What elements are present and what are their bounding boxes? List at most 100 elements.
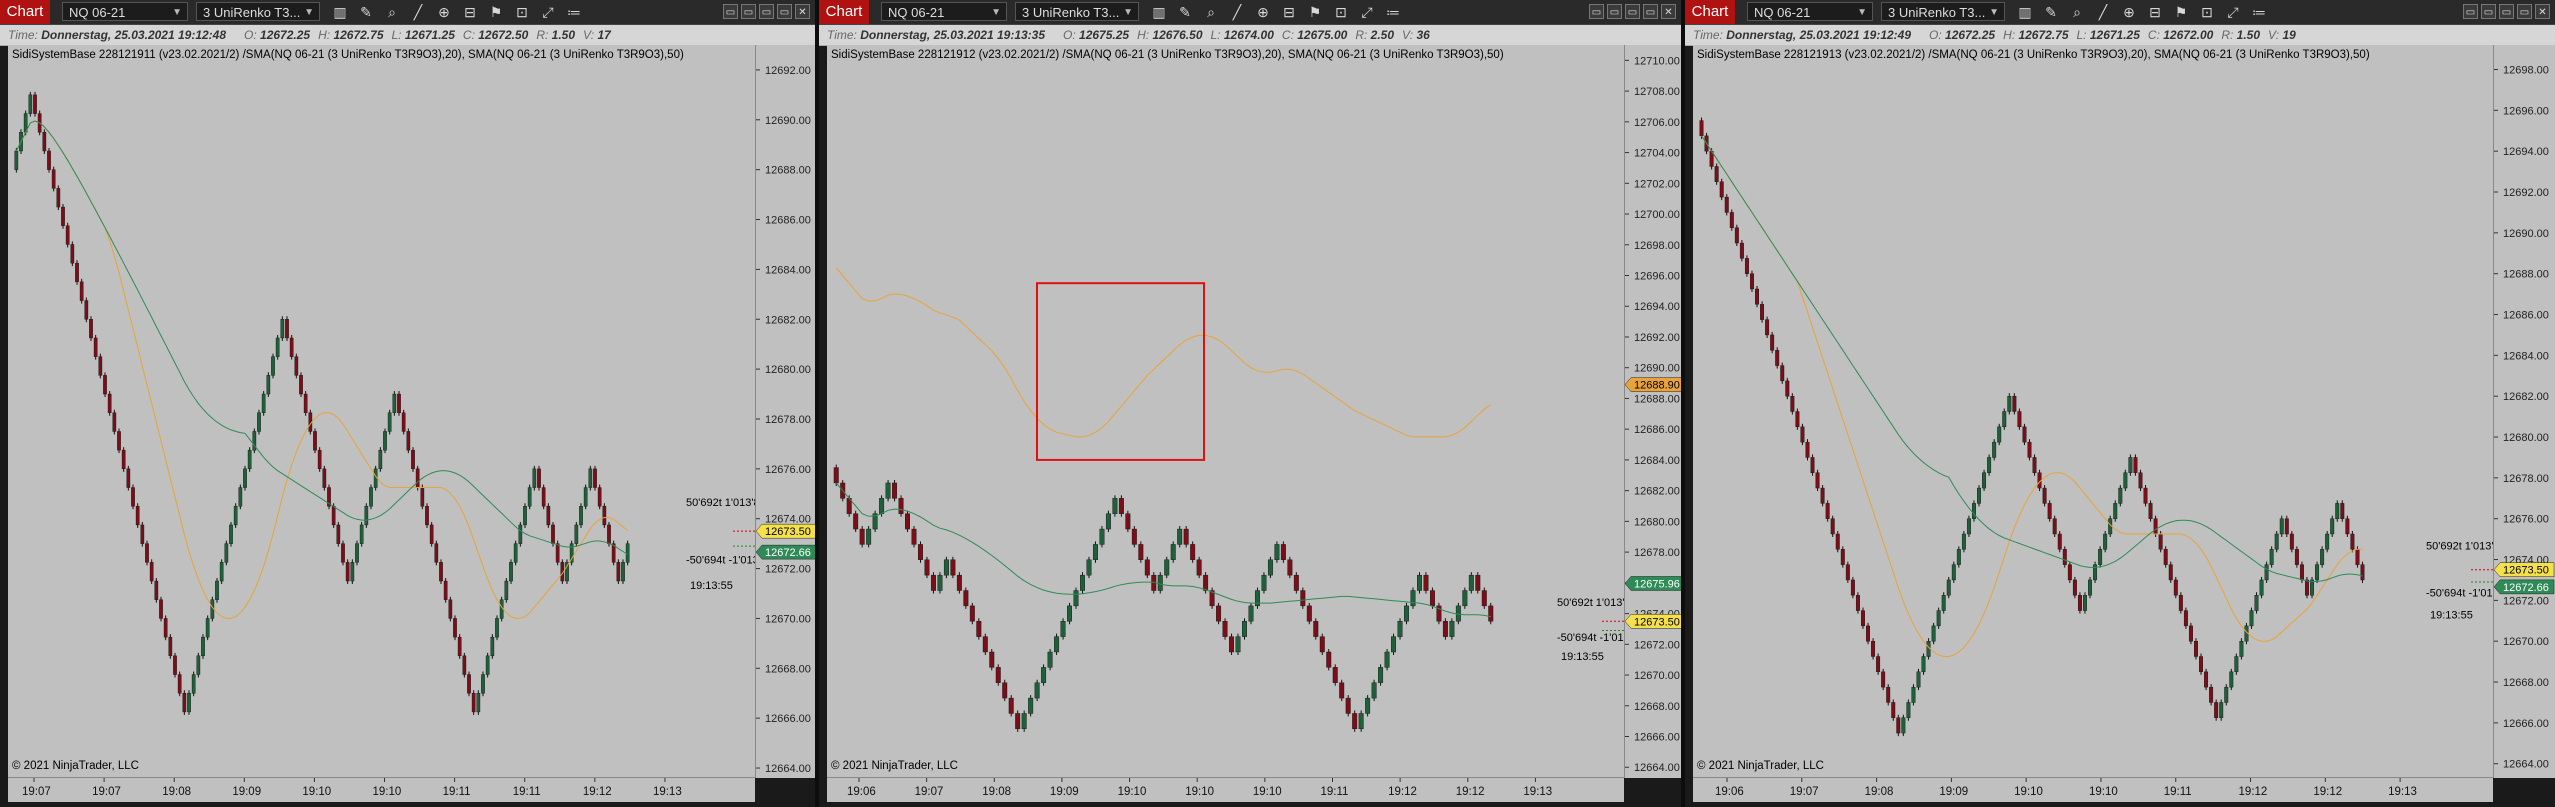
price-plot-area[interactable]: SidiSystemBase 228121913 (v23.02.2021/2)… xyxy=(1693,45,2507,778)
window-min-button[interactable]: ▭ xyxy=(723,4,738,19)
time-axis[interactable]: 19:06 19:07 19:08 19:09 19:10 19:10 19:10 19:11… xyxy=(827,777,1624,802)
bars-icon[interactable]: ▥ xyxy=(1149,2,1169,22)
crosshair-icon[interactable]: ⊕ xyxy=(2119,2,2139,22)
bull-candle xyxy=(224,543,229,563)
info-time: Time: Donnerstag, 25.03.2021 19:12:49 xyxy=(1693,28,1912,42)
window-close-button[interactable]: ✕ xyxy=(2535,4,2550,19)
x-tick-label: 19:13 xyxy=(653,786,682,798)
bear-candle xyxy=(117,431,121,451)
bars-icon[interactable]: ▥ xyxy=(330,2,350,22)
pencil-icon[interactable]: ✎ xyxy=(356,2,376,22)
drawing-tools-icon[interactable]: ≔ xyxy=(2249,2,2269,22)
strategy-icon[interactable]: ⤢ xyxy=(538,2,558,22)
bar-type-selector[interactable]: 3 UniRenko T3... ▼ xyxy=(1881,2,2005,21)
instrument-selector[interactable]: NQ 06-21 ▼ xyxy=(1747,2,1873,21)
bear-candle xyxy=(289,337,294,357)
info-l: L: 12671.25 xyxy=(2076,28,2140,42)
bear-candle xyxy=(1785,380,1790,397)
line-icon[interactable]: ╱ xyxy=(408,2,428,22)
bull-candle xyxy=(625,543,630,563)
strategy-icon[interactable]: ⤢ xyxy=(1357,2,1377,22)
bear-candle xyxy=(1138,544,1144,560)
bear-candle xyxy=(341,543,345,563)
window-float-button[interactable]: ▭ xyxy=(1643,4,1658,19)
properties-icon[interactable]: ⊟ xyxy=(1279,2,1299,22)
bear-candle xyxy=(448,599,453,619)
bear-candle xyxy=(1739,242,1744,259)
window-float-button[interactable]: ▭ xyxy=(2517,4,2532,19)
flag-icon[interactable]: ⚑ xyxy=(1305,2,1325,22)
bear-candle xyxy=(1306,605,1312,622)
y-tick-label: 12668.00 xyxy=(2503,677,2549,689)
window-float-button[interactable]: ▭ xyxy=(777,4,792,19)
bear-candle xyxy=(2143,487,2148,504)
chart-tab[interactable]: Chart xyxy=(1685,0,1735,24)
window-close-button[interactable]: ✕ xyxy=(795,4,810,19)
window-restore-button[interactable]: ▭ xyxy=(1607,4,1622,19)
drawing-tools-icon[interactable]: ≔ xyxy=(564,2,584,22)
crosshair-icon[interactable]: ⊕ xyxy=(1253,2,1273,22)
window-close-button[interactable]: ✕ xyxy=(1661,4,1676,19)
strategy-icon[interactable]: ⤢ xyxy=(2223,2,2243,22)
zoom-icon[interactable]: ⌕ xyxy=(382,2,402,22)
window-restore-button[interactable]: ▭ xyxy=(2481,4,2496,19)
bear-candle xyxy=(1790,395,1795,412)
crosshair-icon[interactable]: ⊕ xyxy=(434,2,454,22)
flag-icon[interactable]: ⚑ xyxy=(486,2,506,22)
bull-candle xyxy=(481,674,485,694)
line-icon[interactable]: ╱ xyxy=(1227,2,1247,22)
bull-candle xyxy=(1921,656,1926,673)
chevron-down-icon: ▼ xyxy=(304,7,314,18)
time-axis[interactable]: 19:07 19:07 19:08 19:09 19:10 19:10 19:11 19:11… xyxy=(8,777,755,802)
bars-icon[interactable]: ▥ xyxy=(2015,2,2035,22)
window-restore-button[interactable]: ▭ xyxy=(741,4,756,19)
window-max-button[interactable]: ▭ xyxy=(759,4,774,19)
y-tick-label: 12666.00 xyxy=(765,713,811,725)
ruler-icon[interactable]: ⊡ xyxy=(512,2,532,22)
bull-candle xyxy=(1936,610,1941,627)
window-min-button[interactable]: ▭ xyxy=(1589,4,1604,19)
chart-tab[interactable]: Chart xyxy=(0,0,50,24)
line-icon[interactable]: ╱ xyxy=(2093,2,2113,22)
flag-icon[interactable]: ⚑ xyxy=(2171,2,2191,22)
pencil-icon[interactable]: ✎ xyxy=(2041,2,2061,22)
bear-candle xyxy=(56,188,61,208)
drawing-tools-icon[interactable]: ≔ xyxy=(1383,2,1403,22)
bear-candle xyxy=(453,618,457,638)
pencil-icon[interactable]: ✎ xyxy=(1175,2,1195,22)
zoom-icon[interactable]: ⌕ xyxy=(1201,2,1221,22)
bear-candle xyxy=(397,393,401,413)
price-axis[interactable]: 12698.00 12696.00 12694.00 12692.00 12690.00… xyxy=(2493,45,2555,778)
bear-candle xyxy=(168,636,173,657)
window-max-button[interactable]: ▭ xyxy=(2499,4,2514,19)
ruler-icon[interactable]: ⊡ xyxy=(2197,2,2217,22)
instrument-selector[interactable]: NQ 06-21 ▼ xyxy=(62,2,188,21)
bull-candle xyxy=(2249,610,2254,627)
price-tag-label: 12673.50 xyxy=(1634,616,1680,628)
y-tick-label: 12672.00 xyxy=(2503,595,2549,607)
price-axis[interactable]: 12710.00 12708.00 12706.00 12704.00 12702.00… xyxy=(1624,45,1681,778)
bear-candle xyxy=(956,574,962,591)
instrument-selector[interactable]: NQ 06-21 ▼ xyxy=(881,2,1007,21)
price-axis[interactable]: 12692.00 12690.00 12688.00 12686.00 12684.00… xyxy=(755,45,815,778)
info-r-value: 1.50 xyxy=(551,28,576,42)
y-tick-label: 12690.00 xyxy=(2503,228,2549,240)
bear-candle xyxy=(1820,487,1825,504)
properties-icon[interactable]: ⊟ xyxy=(460,2,480,22)
price-plot-area[interactable]: SidiSystemBase 228121912 (v23.02.2021/2)… xyxy=(827,45,1638,778)
y-tick-label: 12708.00 xyxy=(1634,86,1680,98)
ruler-icon[interactable]: ⊡ xyxy=(1331,2,1351,22)
bull-candle xyxy=(2234,656,2239,673)
bar-type-selector[interactable]: 3 UniRenko T3... ▼ xyxy=(196,2,320,21)
ohlc-info-bar: Time: Donnerstag, 25.03.2021 19:12:49 O: … xyxy=(1685,25,2555,46)
window-min-button[interactable]: ▭ xyxy=(2463,4,2478,19)
zoom-icon[interactable]: ⌕ xyxy=(2067,2,2087,22)
time-axis[interactable]: 19:06 19:07 19:08 19:09 19:10 19:10 19:11 19:12… xyxy=(1693,777,2493,802)
bar-type-selector[interactable]: 3 UniRenko T3... ▼ xyxy=(1015,2,1139,21)
window-max-button[interactable]: ▭ xyxy=(1625,4,1640,19)
y-tick-label: 12690.00 xyxy=(1634,363,1680,375)
price-plot-area[interactable]: SidiSystemBase 228121911 (v23.02.2021/2)… xyxy=(8,45,767,778)
chart-tab[interactable]: Chart xyxy=(819,0,869,24)
bear-candle xyxy=(1300,590,1306,607)
properties-icon[interactable]: ⊟ xyxy=(2145,2,2165,22)
